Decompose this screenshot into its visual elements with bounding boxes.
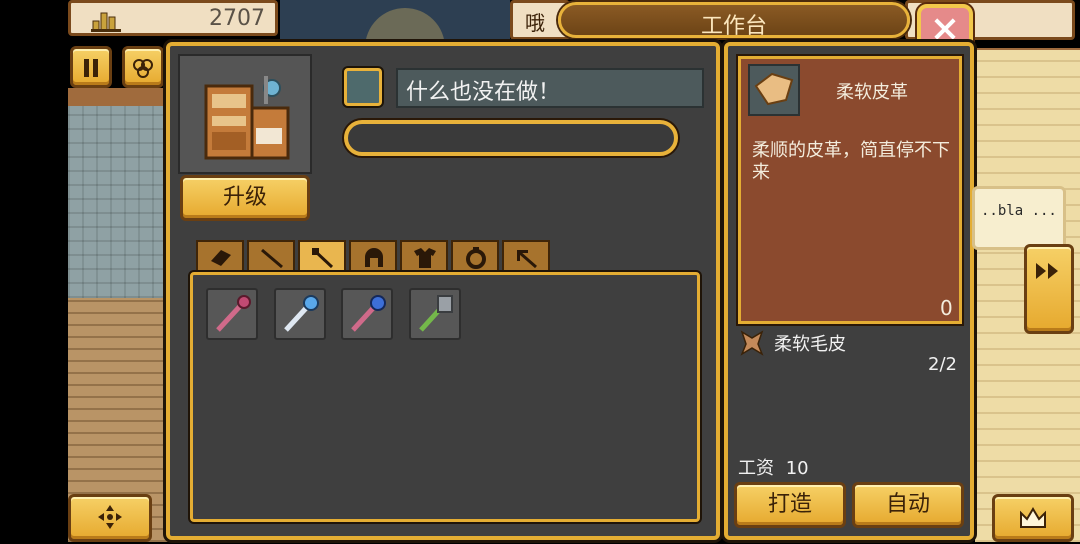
- recipe-slot[interactable]: [206, 288, 258, 340]
- armor-icon: [414, 248, 436, 268]
- title-bar: 工作台: [558, 2, 910, 39]
- upgrade-button[interactable]: 升级: [180, 175, 310, 221]
- fur-icon: [740, 330, 764, 356]
- map-button[interactable]: [122, 46, 164, 88]
- material-name: 柔软毛皮: [774, 334, 846, 355]
- green-mace-icon: [419, 295, 453, 332]
- coin-counter: 2707: [68, 0, 278, 36]
- wand-icon: [312, 248, 334, 269]
- crown-icon: [1020, 507, 1046, 528]
- auto-checkbox[interactable]: [344, 68, 382, 106]
- wall-strip: [68, 88, 170, 106]
- status-text: 什么也没在做！: [406, 80, 561, 105]
- coin-value: 2707: [209, 6, 265, 31]
- speech-text: ..bla ...: [981, 203, 1057, 219]
- wage-row: 工资 10: [738, 454, 809, 480]
- tab-helmet[interactable]: [349, 240, 397, 274]
- crown-button[interactable]: [992, 494, 1074, 542]
- coin-stack-icon: [91, 12, 121, 32]
- blue-wand-icon: [284, 295, 319, 332]
- fast-forward-button[interactable]: [1024, 244, 1074, 334]
- dpad-icon: [98, 505, 122, 529]
- wage-label: 工资: [738, 458, 774, 479]
- blue-orb-staff-icon: [351, 295, 386, 332]
- fast-forward-icon: [1036, 263, 1058, 279]
- ring-icon: [466, 247, 486, 269]
- dpad-button[interactable]: [68, 494, 152, 542]
- wage-value: 10: [785, 458, 809, 479]
- tab-pickaxe[interactable]: [502, 240, 550, 274]
- helmet-icon: [365, 248, 383, 267]
- map-icon: [133, 59, 153, 78]
- recipe-slot[interactable]: [409, 288, 461, 340]
- recipe-slot[interactable]: [274, 288, 326, 340]
- item-owned-count: 0: [940, 296, 953, 320]
- item-name: 柔软皮革: [836, 82, 908, 103]
- speech-bubble: ..bla ...: [972, 186, 1066, 250]
- workbench-image-frame: [178, 54, 312, 174]
- pause-button[interactable]: [70, 46, 112, 88]
- tab-wand[interactable]: [298, 240, 346, 274]
- tab-behind-label: 哦: [525, 11, 545, 35]
- tab-armor[interactable]: [400, 240, 448, 274]
- tab-stick[interactable]: [247, 240, 295, 274]
- pickaxe-icon: [517, 250, 537, 269]
- item-description: 柔顺的皮革，简直停不下来: [752, 140, 950, 183]
- soft-leather-icon: [754, 72, 794, 106]
- tab-ring[interactable]: [451, 240, 499, 274]
- auto-button[interactable]: 自动: [852, 482, 964, 528]
- pink-staff-icon: [216, 295, 251, 332]
- material-count: 2/2: [928, 354, 957, 375]
- window-title: 工作台: [700, 14, 767, 39]
- leather-icon: [211, 250, 231, 266]
- stick-icon: [261, 248, 283, 269]
- recipe-slot[interactable]: [341, 288, 393, 340]
- workbench-icon: [204, 76, 290, 160]
- item-icon-frame: [748, 64, 800, 116]
- tab-leather[interactable]: [196, 240, 244, 274]
- status-field: 什么也没在做！: [396, 68, 704, 108]
- pause-icon: [84, 59, 98, 77]
- craft-button[interactable]: 打造: [734, 482, 846, 528]
- floor-tiles: [68, 106, 170, 298]
- craft-progress-bar: [344, 120, 678, 156]
